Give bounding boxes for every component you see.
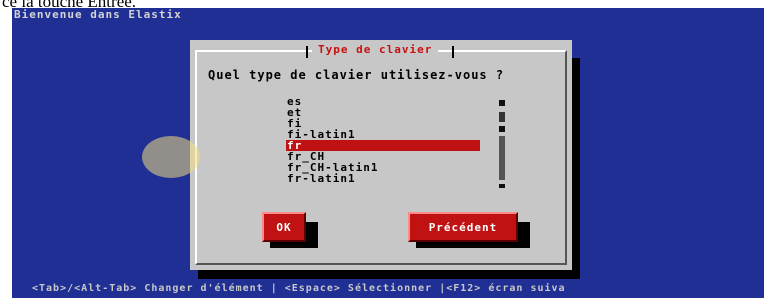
title-bracket-left xyxy=(306,46,308,58)
keyboard-type-dialog: Type de clavier Quel type de clavier uti… xyxy=(190,40,572,270)
list-item[interactable]: fr-latin1 xyxy=(286,173,480,184)
ok-button[interactable]: OK xyxy=(262,212,306,242)
scroll-mark xyxy=(499,126,505,132)
dialog-title: Type de clavier xyxy=(312,43,439,56)
dialog-question: Quel type de clavier utilisez-vous ? xyxy=(208,68,505,82)
installer-screen: Bienvenue dans Elastix Type de clavier Q… xyxy=(12,8,764,298)
scroll-down-arrow[interactable] xyxy=(499,184,505,188)
title-bracket-right xyxy=(452,46,454,58)
list-scrollbar[interactable] xyxy=(499,100,505,188)
scroll-thumb[interactable] xyxy=(499,136,505,180)
scroll-track-segment xyxy=(499,112,505,122)
keyboard-list[interactable]: es et fi fi-latin1 fr fr_CH fr_CH-latin1… xyxy=(286,96,480,184)
back-button[interactable]: Précédent xyxy=(408,212,518,242)
list-item[interactable]: fi-latin1 xyxy=(286,129,480,140)
list-item[interactable]: et xyxy=(286,107,480,118)
cursor-highlight xyxy=(142,136,200,178)
screen-title: Bienvenue dans Elastix xyxy=(14,8,182,21)
scroll-up-arrow[interactable] xyxy=(499,100,505,106)
status-bar: <Tab>/<Alt-Tab> Changer d'élément | <Esp… xyxy=(12,279,764,298)
list-item[interactable]: es xyxy=(286,96,480,107)
